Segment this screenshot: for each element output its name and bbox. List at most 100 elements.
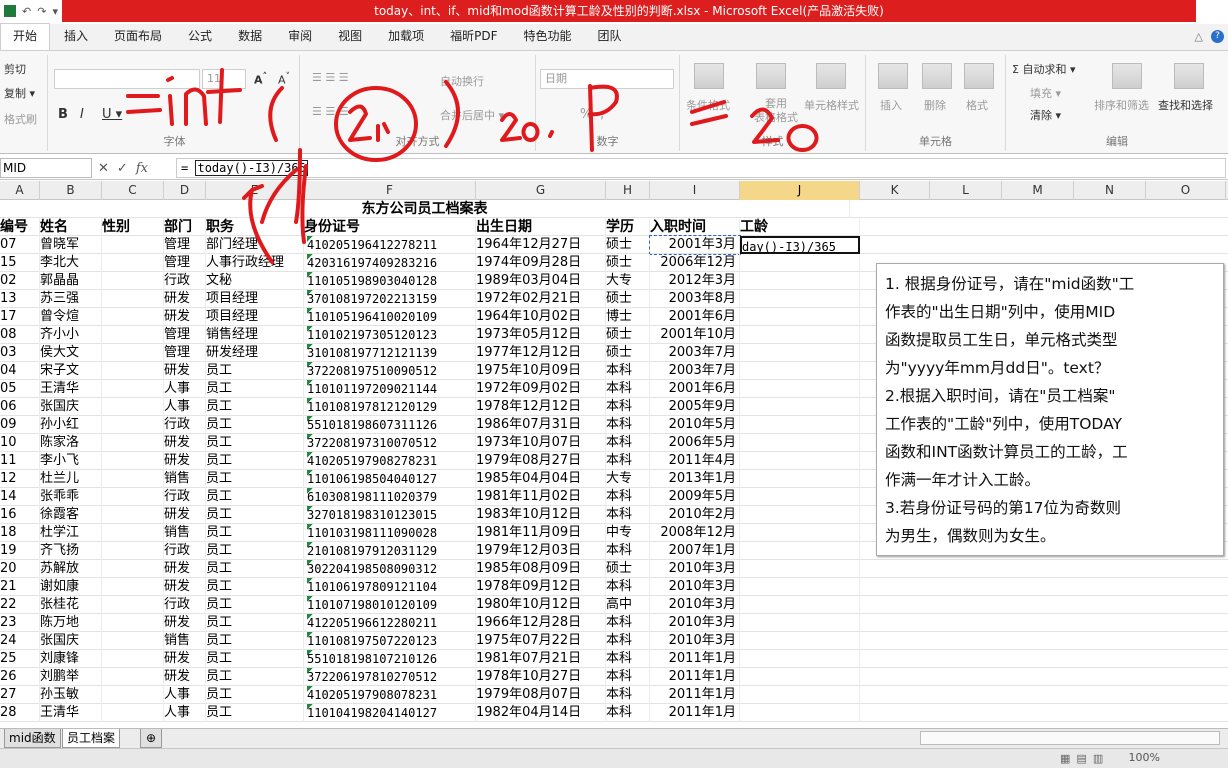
table-cell[interactable]: 宋子文 <box>40 362 102 380</box>
table-cell[interactable]: 张国庆 <box>40 632 102 650</box>
tab-page-layout[interactable]: 页面布局 <box>102 24 174 50</box>
table-cell[interactable]: 2011年1月 <box>650 668 740 686</box>
font-name-select[interactable] <box>54 69 200 89</box>
cell-styles-button[interactable]: 单元格样式 <box>804 97 859 113</box>
align-left-icon[interactable]: ☰ ☰ ☰ <box>312 105 349 118</box>
table-cell[interactable]: 410205196412278211 <box>304 236 476 254</box>
table-cell[interactable]: 19 <box>0 542 40 560</box>
table-cell[interactable]: 孙玉敏 <box>40 686 102 704</box>
table-cell[interactable] <box>102 506 164 524</box>
table-cell[interactable]: 苏三强 <box>40 290 102 308</box>
table-cell[interactable]: 2010年3月 <box>650 632 740 650</box>
table-cell[interactable]: 研发 <box>164 362 206 380</box>
column-header-F[interactable]: F <box>304 181 476 200</box>
table-cell[interactable] <box>102 650 164 668</box>
table-cell[interactable] <box>102 416 164 434</box>
table-cell[interactable]: 员工 <box>206 686 304 704</box>
enter-icon[interactable]: ✓ <box>117 161 128 176</box>
table-cell[interactable] <box>102 290 164 308</box>
table-cell[interactable] <box>740 686 860 704</box>
table-cell[interactable]: 员工 <box>206 596 304 614</box>
table-cell[interactable]: 1981年07月21日 <box>476 650 606 668</box>
table-cell[interactable]: 610308198111020379 <box>304 488 476 506</box>
table-cell[interactable]: 1980年10月12日 <box>476 596 606 614</box>
window-controls[interactable] <box>1196 0 1228 22</box>
table-cell[interactable]: 1983年10月12日 <box>476 506 606 524</box>
table-cell[interactable]: 28 <box>0 704 40 722</box>
table-cell[interactable]: 03 <box>0 344 40 362</box>
table-cell[interactable]: 行政 <box>164 488 206 506</box>
table-cell[interactable]: 1985年08月09日 <box>476 560 606 578</box>
table-cell[interactable]: 曾令煊 <box>40 308 102 326</box>
table-cell[interactable] <box>102 596 164 614</box>
column-header-B[interactable]: B <box>40 181 102 200</box>
table-cell[interactable]: 26 <box>0 668 40 686</box>
table-cell[interactable]: 2011年4月 <box>650 452 740 470</box>
grow-font-icon[interactable]: A˄ <box>254 71 267 87</box>
table-cell[interactable]: 本科 <box>606 704 650 722</box>
table-cell[interactable] <box>740 398 860 416</box>
table-cell[interactable]: 管理 <box>164 326 206 344</box>
column-title[interactable]: 学历 <box>606 218 650 236</box>
table-cell[interactable]: 行政 <box>164 542 206 560</box>
active-cell-J3[interactable]: day()-I3)/365 <box>740 236 860 254</box>
sheet-tab-mid[interactable]: mid函数 <box>4 729 61 748</box>
table-cell[interactable]: 2005年9月 <box>650 398 740 416</box>
table-cell[interactable]: 110102197305120123 <box>304 326 476 344</box>
table-cell[interactable]: 李北大 <box>40 254 102 272</box>
column-title[interactable]: 姓名 <box>40 218 102 236</box>
table-cell[interactable]: 2007年1月 <box>650 542 740 560</box>
table-cell[interactable] <box>740 380 860 398</box>
table-cell[interactable]: 本科 <box>606 434 650 452</box>
horizontal-scrollbar[interactable] <box>920 731 1220 745</box>
table-cell[interactable] <box>740 578 860 596</box>
table-cell[interactable]: 1979年08月27日 <box>476 452 606 470</box>
table-cell[interactable]: 1979年08月07日 <box>476 686 606 704</box>
undo-icon[interactable]: ↶ <box>22 5 31 18</box>
table-cell[interactable]: 372208197510090512 <box>304 362 476 380</box>
tab-addins[interactable]: 加载项 <box>376 24 436 50</box>
table-cell[interactable]: 410205197908078231 <box>304 686 476 704</box>
table-cell[interactable] <box>740 542 860 560</box>
table-cell[interactable]: 370108197202213159 <box>304 290 476 308</box>
table-cell[interactable]: 郭晶晶 <box>40 272 102 290</box>
table-cell[interactable]: 博士 <box>606 308 650 326</box>
table-cell[interactable]: 2010年2月 <box>650 506 740 524</box>
table-cell[interactable]: 研发 <box>164 506 206 524</box>
table-cell[interactable] <box>740 308 860 326</box>
zoom-level[interactable]: 100% <box>1129 751 1160 764</box>
table-cell[interactable]: 1978年09月12日 <box>476 578 606 596</box>
formula-input[interactable]: = today()-I3)/365 <box>176 158 1226 178</box>
table-cell[interactable]: 苏解放 <box>40 560 102 578</box>
table-cell[interactable]: 硕士 <box>606 254 650 272</box>
table-cell[interactable]: 王清华 <box>40 380 102 398</box>
table-cell[interactable]: 员工 <box>206 488 304 506</box>
wrap-text-button[interactable]: 自动换行 <box>440 73 484 89</box>
column-header-N[interactable]: N <box>1074 181 1146 200</box>
table-cell[interactable]: 02 <box>0 272 40 290</box>
table-cell[interactable]: 研发 <box>164 434 206 452</box>
table-cell[interactable]: 21 <box>0 578 40 596</box>
table-cell[interactable]: 110106197809121104 <box>304 578 476 596</box>
sheet-title[interactable]: 东方公司员工档案表 <box>0 200 850 218</box>
table-cell[interactable] <box>740 614 860 632</box>
table-cell[interactable]: 人事 <box>164 380 206 398</box>
table-cell[interactable]: 05 <box>0 380 40 398</box>
table-cell[interactable]: 15 <box>0 254 40 272</box>
table-cell[interactable] <box>102 614 164 632</box>
table-cell[interactable]: 张乖乖 <box>40 488 102 506</box>
table-cell[interactable] <box>740 470 860 488</box>
table-cell[interactable]: 本科 <box>606 542 650 560</box>
instructions-textbox[interactable]: 1. 根据身份证号，请在"mid函数"工作表的"出生日期"列中，使用MID函数提… <box>876 263 1224 556</box>
table-cell[interactable]: 110108197812120129 <box>304 398 476 416</box>
table-cell[interactable]: 大专 <box>606 470 650 488</box>
table-cell[interactable] <box>740 362 860 380</box>
table-cell[interactable] <box>102 326 164 344</box>
table-cell[interactable] <box>740 488 860 506</box>
table-cell[interactable]: 员工 <box>206 362 304 380</box>
conditional-format-button[interactable]: 条件格式 <box>686 97 730 113</box>
table-cell[interactable] <box>740 452 860 470</box>
merge-center-button[interactable]: 合并后居中 ▾ <box>440 107 504 123</box>
table-cell[interactable]: 销售 <box>164 632 206 650</box>
table-cell[interactable]: 2003年8月 <box>650 290 740 308</box>
